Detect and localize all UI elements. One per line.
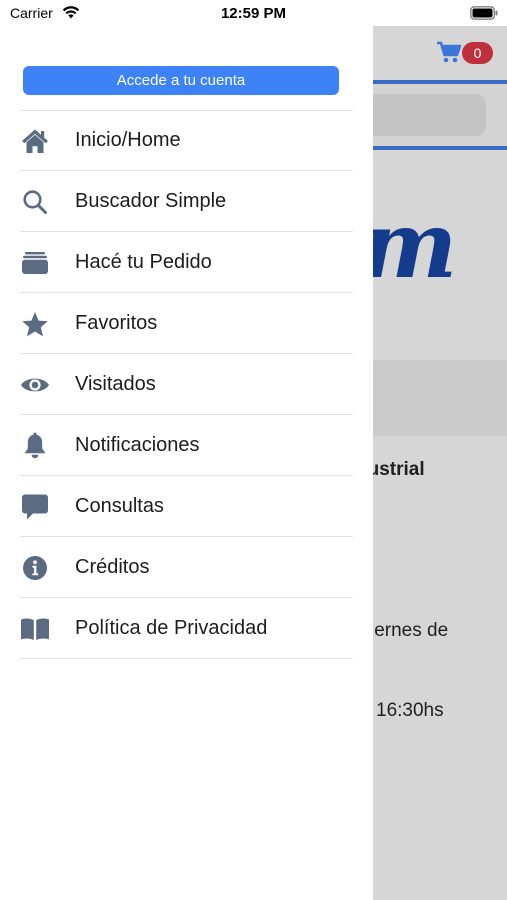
menu-item-label: Buscador Simple	[75, 190, 227, 212]
drawer-menu: Inicio/Home Buscador Simple Hacé tu Pedi…	[0, 110, 373, 659]
menu-item-order[interactable]: Hacé tu Pedido	[0, 232, 373, 293]
account-button[interactable]: Accede a tu cuenta	[23, 66, 339, 95]
menu-item-label: Favoritos	[75, 312, 158, 334]
menu-item-label: Política de Privacidad	[75, 617, 268, 639]
menu-item-privacy-policy[interactable]: Política de Privacidad	[0, 598, 373, 659]
search-icon	[20, 188, 50, 216]
menu-item-label: Hacé tu Pedido	[75, 251, 212, 273]
battery-icon	[470, 6, 498, 20]
bell-icon	[20, 432, 50, 460]
menu-item-visited[interactable]: Visitados	[0, 354, 373, 415]
clock: 12:59 PM	[220, 5, 287, 22]
menu-item-inquiries[interactable]: Consultas	[0, 476, 373, 537]
menu-item-label: Visitados	[75, 373, 156, 395]
eye-icon	[20, 371, 50, 399]
chat-icon	[20, 493, 50, 521]
background-text-hours: 16:30hs	[376, 700, 444, 721]
search-input[interactable]	[356, 94, 486, 136]
cart-icon[interactable]	[436, 40, 462, 64]
info-icon	[20, 554, 50, 582]
menu-item-label: Créditos	[75, 556, 150, 578]
menu-item-home[interactable]: Inicio/Home	[0, 110, 373, 171]
menu-item-label: Consultas	[75, 495, 164, 517]
side-drawer: Accede a tu cuenta Inicio/Home Buscador …	[0, 0, 373, 900]
menu-item-credits[interactable]: Créditos	[0, 537, 373, 598]
background-text-line: iernes de	[370, 620, 449, 641]
menu-item-favorites[interactable]: Favoritos	[0, 293, 373, 354]
star-icon	[20, 310, 50, 338]
menu-item-notifications[interactable]: Notificaciones	[0, 415, 373, 476]
status-bar: Carrier 12:59 PM	[0, 0, 507, 26]
menu-item-label: Inicio/Home	[75, 129, 181, 151]
menu-item-label: Notificaciones	[75, 434, 200, 456]
book-icon	[20, 615, 50, 643]
brand-logo: m	[360, 191, 457, 299]
menu-item-search[interactable]: Buscador Simple	[0, 171, 373, 232]
home-icon	[20, 127, 50, 155]
inbox-icon	[20, 249, 50, 277]
cart-badge: 0	[462, 42, 493, 64]
